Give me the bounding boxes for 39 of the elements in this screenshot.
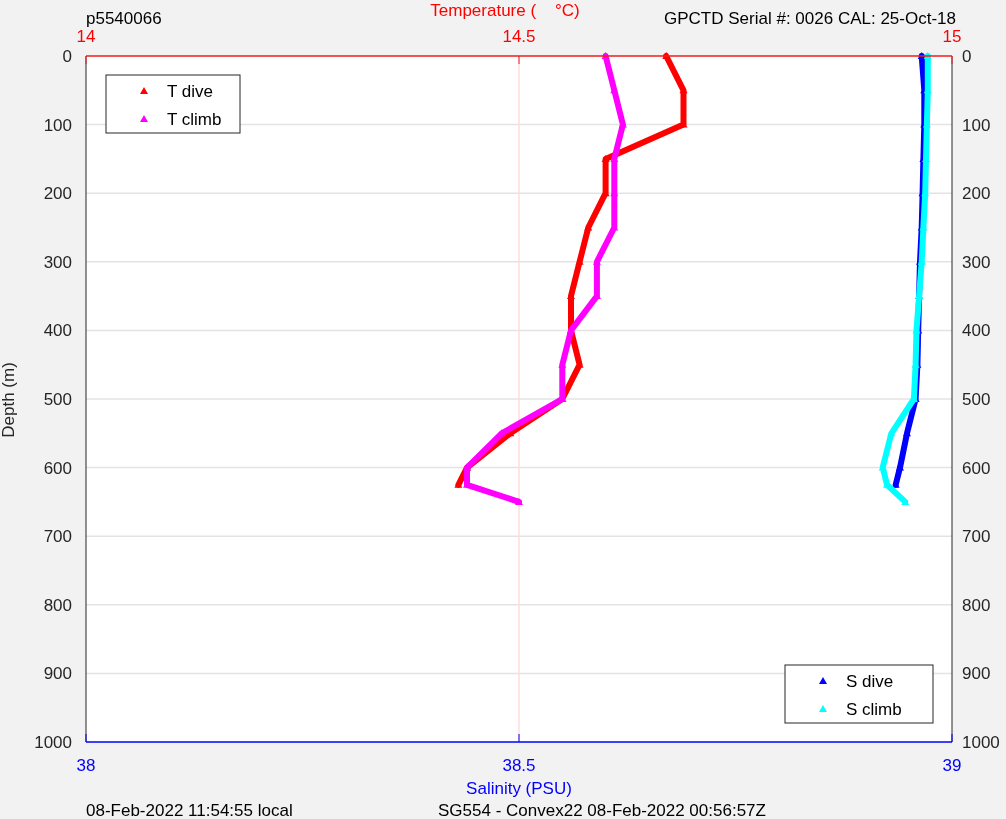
legend-label: S climb <box>846 700 902 719</box>
axis-title: Depth (m) <box>0 362 18 438</box>
local-time: 08-Feb-2022 11:54:55 local <box>86 801 293 819</box>
tick-label: 39 <box>942 756 962 775</box>
tick-label: 300 <box>43 252 72 272</box>
tick-label: 38 <box>76 756 96 775</box>
axis-title: Salinity (PSU) <box>466 779 572 798</box>
tick-label: 400 <box>43 321 72 341</box>
tick-label: 600 <box>43 458 72 478</box>
tick-label: 38.5 <box>502 756 536 775</box>
tick-label: 500 <box>962 390 991 409</box>
axis-title: Temperature ( °C) <box>430 1 580 20</box>
tick-label: 1000 <box>962 733 1000 752</box>
profile-id: p5540066 <box>86 9 162 28</box>
tick-label: 900 <box>43 664 72 684</box>
tick-label: 100 <box>43 115 72 135</box>
legend-label: T climb <box>167 110 222 129</box>
tick-label: 700 <box>43 527 72 547</box>
legend-label: T dive <box>167 82 213 101</box>
tick-label: 14.5 <box>502 27 536 46</box>
tick-label: 800 <box>962 595 991 615</box>
mission-info: SG554 - Convex22 08-Feb-2022 00:56:57Z <box>438 801 766 819</box>
tick-label: 200 <box>43 184 72 204</box>
tick-label: 15 <box>942 27 962 46</box>
tick-label: 14 <box>76 27 96 46</box>
tick-label: 400 <box>962 321 991 341</box>
tick-label: 1000 <box>34 733 72 752</box>
legend-label: S dive <box>846 672 894 691</box>
tick-label: 600 <box>962 458 991 478</box>
sensor-info: GPCTD Serial #: 0026 CAL: 25-Oct-18 <box>664 9 956 28</box>
tick-label: 300 <box>962 252 991 272</box>
tick-label: 200 <box>962 184 991 204</box>
tick-label: 500 <box>43 390 72 409</box>
tick-label: 100 <box>962 115 991 135</box>
tick-label: 0 <box>962 47 972 66</box>
tick-label: 800 <box>43 595 72 615</box>
tick-label: 0 <box>62 47 72 66</box>
tick-label: 700 <box>962 527 991 547</box>
tick-label: 900 <box>962 664 991 684</box>
